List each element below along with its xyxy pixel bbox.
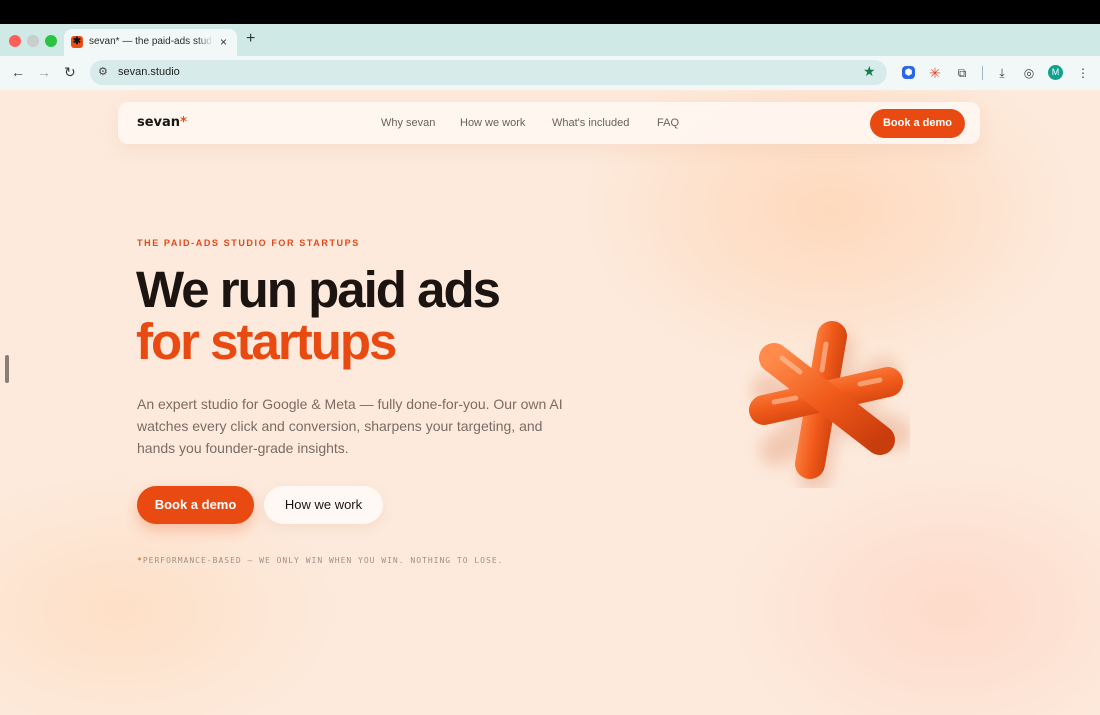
logo-text: sevan — [137, 115, 181, 130]
menu-icon[interactable]: ⋮ — [1075, 65, 1091, 81]
asterisk-3d-icon — [749, 321, 910, 488]
hero-subtext: An expert studio for Google & Meta — ful… — [137, 396, 563, 456]
page-viewport: sevan* Why sevan How we work What's incl… — [0, 90, 1100, 715]
maximize-window-button[interactable] — [45, 35, 57, 47]
extension-blue-icon[interactable]: ⬢ — [902, 66, 915, 79]
tab-title: sevan* — the paid-ads studio for startup… — [89, 36, 213, 47]
site-settings-icon[interactable]: ⚙ — [98, 65, 108, 78]
hero-eyebrow: THE PAID-ADS STUDIO FOR STARTUPS — [137, 238, 360, 248]
close-window-button[interactable] — [9, 35, 21, 47]
tab-strip: ✱ sevan* — the paid-ads studio for start… — [0, 24, 1100, 56]
puzzle-icon[interactable]: ⧉ — [954, 65, 970, 81]
profile-avatar[interactable]: M — [1048, 65, 1063, 80]
minimize-window-button[interactable] — [27, 35, 39, 47]
back-arrow-icon[interactable]: ← — [11, 64, 25, 80]
browser-tab[interactable]: ✱ sevan* — the paid-ads studio for start… — [64, 29, 237, 56]
screen-top-bar — [0, 0, 1100, 24]
scroll-handle[interactable] — [5, 355, 9, 383]
new-tab-button[interactable]: + — [246, 30, 255, 48]
hero-book-demo-button[interactable]: Book a demo — [137, 486, 254, 524]
browser-toolbar: ← → ↻ ⚙ sevan.studio ★ ⬢ ✳ ⧉ ⤓ ◎ M ⋮ — [0, 56, 1100, 90]
address-bar[interactable]: ⚙ sevan.studio ★ — [90, 60, 887, 85]
headline-line-1: We run paid ads — [136, 261, 501, 318]
extension-red-icon[interactable]: ✳ — [927, 65, 943, 81]
headline-line-2: for startups — [136, 313, 397, 370]
extension-circle-icon[interactable]: ◎ — [1021, 65, 1037, 81]
nav-book-demo-button[interactable]: Book a demo — [870, 109, 965, 138]
nav-link-whats-included[interactable]: What's included — [552, 117, 629, 129]
logo-asterisk-icon: * — [180, 115, 187, 130]
site-logo[interactable]: sevan* — [137, 115, 187, 130]
nav-link-why-sevan[interactable]: Why sevan — [381, 117, 435, 129]
site-navbar: sevan* Why sevan How we work What's incl… — [118, 102, 980, 144]
hero-how-we-work-button[interactable]: How we work — [264, 486, 383, 524]
toolbar-divider — [982, 66, 983, 80]
hero-headline: We run paid ads for startups — [136, 261, 501, 370]
nav-link-faq[interactable]: FAQ — [657, 117, 679, 129]
favicon-icon: ✱ — [71, 36, 83, 48]
nav-link-how-we-work[interactable]: How we work — [460, 117, 525, 129]
footnote-text: PERFORMANCE-BASED — WE ONLY WIN WHEN YOU… — [142, 556, 504, 565]
url-text[interactable]: sevan.studio — [118, 66, 180, 78]
reload-icon[interactable]: ↻ — [64, 64, 76, 80]
download-icon[interactable]: ⤓ — [994, 65, 1010, 81]
hero-footnote: *PERFORMANCE-BASED — WE ONLY WIN WHEN YO… — [137, 556, 503, 565]
forward-arrow-icon[interactable]: → — [37, 64, 51, 80]
tab-close-button[interactable]: × — [220, 35, 227, 49]
bookmark-star-icon[interactable]: ★ — [863, 63, 876, 80]
